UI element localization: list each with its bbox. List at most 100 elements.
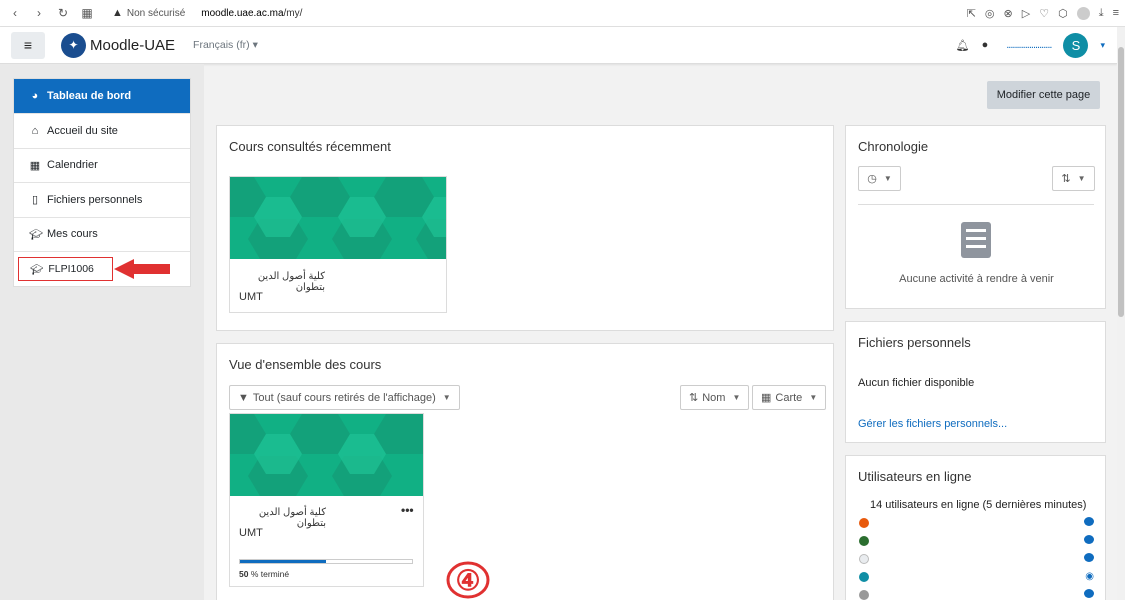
block-title: Cours consultés récemment [229, 139, 391, 154]
site-logo[interactable]: ✦ [61, 32, 86, 58]
divider [858, 204, 1094, 205]
grouping-dropdown[interactable]: ▼ Tout (sauf cours retirés de l'affichag… [229, 385, 460, 410]
course-shortname: UMT [239, 291, 263, 303]
timeline-sort-dropdown[interactable]: ⇅ ▼ [1052, 166, 1095, 191]
calendar-icon: ▦ [29, 159, 41, 172]
edit-page-button[interactable]: Modifier cette page [987, 81, 1100, 109]
timeline-filter-dropdown[interactable]: ◷ ▼ [858, 166, 901, 191]
graduation-cap-icon: 🎓︎ [30, 263, 44, 276]
graduation-cap-icon: 🎓︎ [29, 228, 43, 241]
course-fullname[interactable]: كلية أصول الدين بتطوان [230, 507, 326, 529]
heart-icon[interactable]: ♡ [1039, 7, 1049, 20]
chat-icon[interactable]: ● [982, 39, 989, 51]
avatar[interactable] [859, 572, 869, 582]
message-icon[interactable] [1084, 535, 1094, 544]
extensions-icon[interactable]: ⬡ [1058, 7, 1068, 20]
caret-down-icon: ▼ [732, 393, 741, 402]
user-name[interactable]: ...................... [1006, 39, 1052, 51]
caret-down-icon: ▼ [809, 393, 818, 402]
eye-icon[interactable]: ◉ [1085, 571, 1094, 582]
course-shortname: UMT [239, 527, 263, 539]
online-summary: 14 utilisateurs en ligne (5 dernières mi… [870, 499, 1087, 511]
block-title: Utilisateurs en ligne [858, 469, 972, 484]
message-icon[interactable] [1084, 589, 1094, 598]
sidebar-item-home[interactable]: ⌂ Accueil du site [14, 113, 190, 148]
avatar[interactable] [859, 536, 869, 546]
sidebar-item-label: Fichiers personnels [47, 193, 143, 206]
menu-icon[interactable]: ≡ [1113, 7, 1119, 19]
list-item[interactable] [859, 517, 1094, 531]
recent-courses-block: Cours consultés récemment كلية أصول الدي… [216, 125, 834, 331]
sidebar-item-calendar[interactable]: ▦ Calendrier [14, 147, 190, 183]
address-bar[interactable]: ▲ Non sécurisé moodle.uae.ac.ma/my/ [112, 7, 302, 19]
user-menu-caret-icon[interactable]: ▾ [1100, 40, 1105, 51]
page-scrollbar[interactable] [1117, 27, 1125, 600]
manage-files-link[interactable]: Gérer les fichiers personnels... [858, 418, 1007, 430]
url-text[interactable]: moodle.uae.ac.ma/my/ [201, 8, 302, 19]
view-dropdown[interactable]: ▦ Carte ▼ [752, 385, 827, 410]
course-image[interactable] [230, 414, 423, 496]
profile-icon[interactable] [1076, 6, 1090, 20]
private-files-block: Fichiers personnels Aucun fichier dispon… [845, 321, 1106, 443]
avatar[interactable]: S [1063, 32, 1089, 58]
block-title: Chronologie [858, 139, 929, 154]
list-item[interactable] [859, 589, 1094, 600]
empty-message: Aucun fichier disponible [858, 377, 975, 389]
back-icon[interactable]: ‹ [8, 6, 22, 20]
grid-icon[interactable]: ▦ [80, 6, 94, 20]
sidebar-item-dashboard[interactable]: ◕ Tableau de bord [14, 79, 190, 113]
sort-icon: ⇅ [689, 392, 699, 404]
avatar[interactable] [859, 590, 869, 600]
highlight-box[interactable]: 🎓︎ FLPI1006 [18, 257, 113, 281]
site-name[interactable]: Moodle-UAE [90, 37, 175, 54]
avatar[interactable] [859, 554, 869, 564]
block-icon[interactable]: ⊗ [1004, 7, 1013, 20]
number-four-annotation: ④ [446, 561, 490, 599]
bell-icon[interactable]: 🔔︎ [956, 39, 970, 52]
share-icon[interactable]: ⇱ [967, 7, 976, 20]
annotation-number: ④ [455, 566, 480, 597]
course-image[interactable] [230, 177, 446, 259]
course-fullname[interactable]: كلية أصول الدين بتطوان [230, 271, 325, 293]
dashboard-icon: ◕ [31, 90, 39, 102]
progress-label: 50 % terminé [239, 569, 290, 579]
caret-down-icon: ▼ [442, 393, 451, 402]
forward-icon[interactable]: › [32, 6, 46, 20]
drawer-toggle-button[interactable]: ≡ [11, 31, 45, 59]
sidebar-item-my-courses[interactable]: 🎓︎ Mes cours [14, 216, 190, 252]
security-label: Non sécurisé [126, 7, 186, 19]
caret-down-icon: ▾ [252, 39, 258, 51]
list-item[interactable]: ◉ [859, 571, 1094, 585]
reload-icon[interactable]: ↻ [56, 6, 70, 20]
progress-fill [240, 560, 326, 563]
red-arrow-annotation [114, 259, 170, 279]
avatar[interactable] [859, 518, 869, 528]
course-card[interactable]: كلية أصول الدين بتطوان ••• UMT 50 % term… [229, 413, 424, 587]
online-users-block: Utilisateurs en ligne 14 utilisateurs en… [845, 455, 1106, 600]
course-card[interactable]: كلية أصول الدين بتطوان UMT [229, 176, 447, 313]
screenshot-icon[interactable]: ◎ [985, 7, 995, 20]
clock-icon: ◷ [867, 173, 877, 185]
scrollbar-thumb[interactable] [1118, 47, 1124, 317]
list-item[interactable] [859, 553, 1094, 567]
sort-dropdown[interactable]: ⇅ Nom ▼ [680, 385, 750, 410]
language-menu[interactable]: Français (fr) ▾ [193, 39, 258, 51]
block-title: Fichiers personnels [858, 335, 971, 350]
caret-down-icon: ▼ [1077, 174, 1086, 183]
empty-message: Aucune activité à rendre à venir [899, 273, 1054, 285]
grid-icon: ▦ [761, 392, 772, 404]
list-item[interactable] [859, 535, 1094, 549]
sidebar-item-label: Tableau de bord [47, 90, 132, 102]
message-icon[interactable] [1084, 553, 1094, 562]
course-menu-button[interactable]: ••• [401, 503, 414, 517]
download-icon[interactable]: ⤓ [1099, 7, 1104, 20]
sidebar-item-files[interactable]: ▯ Fichiers personnels [14, 182, 190, 217]
timeline-block: Chronologie ◷ ▼ ⇅ ▼ Aucune activité à rend… [845, 125, 1106, 309]
file-icon: ▯ [31, 194, 39, 207]
caret-down-icon: ▼ [883, 174, 892, 183]
empty-list-icon [961, 222, 991, 258]
message-icon[interactable] [1084, 517, 1094, 526]
hamburger-icon: ≡ [23, 37, 33, 53]
top-navbar: ≡ ✦ Moodle-UAE Français (fr) ▾ 🔔︎ ● ....… [0, 27, 1117, 64]
send-icon[interactable]: ▷ [1022, 7, 1030, 20]
